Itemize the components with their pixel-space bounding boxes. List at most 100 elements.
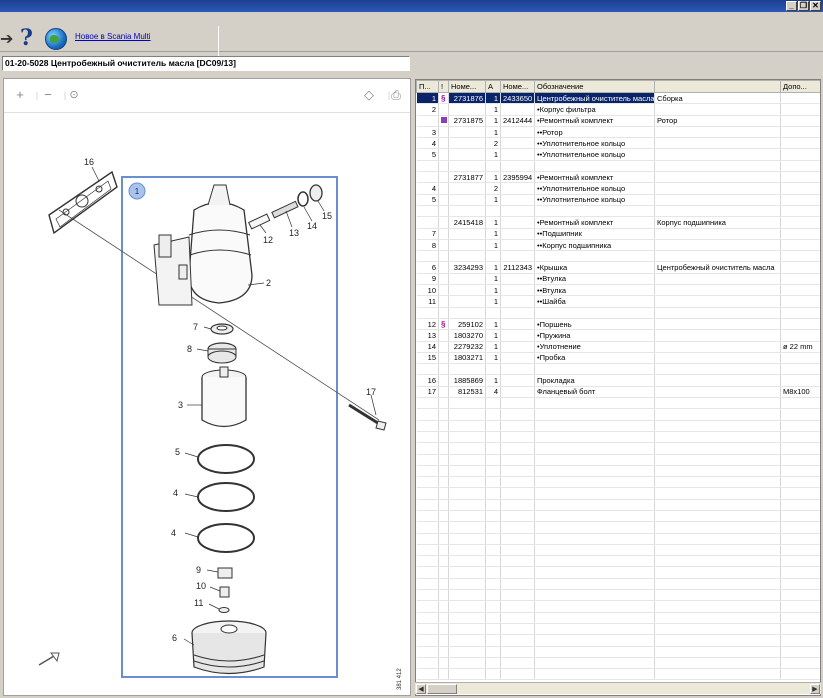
cell-pos: 4: [416, 137, 439, 150]
table-row[interactable]: 17 812531 4 Фланцевый болт M8x100: [416, 386, 820, 399]
cover-part[interactable]: [191, 620, 267, 675]
callout-8[interactable]: 8: [187, 344, 192, 354]
table-row[interactable]: 1 § 2731876 1 2433650 Центробежный очиститель…: [416, 92, 820, 105]
table-row[interactable]: 2415418 1 •Ремонтный комплект Корпус подшип…: [416, 216, 820, 229]
zoom-in-icon[interactable]: +: [13, 88, 27, 102]
callout-17[interactable]: 17: [366, 387, 376, 397]
table-row[interactable]: 13 1803270 1 •Пружина: [416, 329, 820, 342]
col-header-extra[interactable]: Допо...: [780, 80, 820, 93]
callout-5[interactable]: 5: [175, 447, 180, 457]
table-row[interactable]: 5 1 ••Уплотнительное кольцо: [416, 194, 820, 206]
table-row[interactable]: 8 1 ••Корпус подшипника: [416, 239, 820, 252]
seal-ring-4b-part[interactable]: [197, 523, 255, 553]
callout-4a[interactable]: 4: [173, 488, 178, 498]
table-row[interactable]: [416, 205, 820, 218]
table-row[interactable]: 6 3234293 1 2112343 •Крышка Центробежный очис…: [416, 261, 820, 274]
help-icon[interactable]: ?: [20, 25, 33, 51]
kit-icon[interactable]: [441, 117, 447, 124]
col-header-part-number[interactable]: Номе...: [448, 80, 486, 93]
globe-icon[interactable]: [45, 28, 67, 50]
callout-14[interactable]: 14: [307, 221, 317, 231]
empty-cell: [654, 476, 781, 489]
callout-3[interactable]: 3: [178, 400, 183, 410]
info-mark-icon[interactable]: §: [441, 94, 445, 103]
callout-12[interactable]: 12: [263, 235, 273, 245]
cell-mark: [438, 284, 449, 297]
table-row[interactable]: 11 1 ••Шайба: [416, 295, 820, 308]
info-mark-icon[interactable]: §: [441, 320, 445, 329]
forward-arrow-icon[interactable]: ➔: [0, 29, 13, 49]
callout-2[interactable]: 2: [266, 278, 271, 288]
horizontal-scrollbar[interactable]: ◀ ▶: [415, 682, 821, 694]
table-row[interactable]: 12 § 259102 1 •Поршень: [416, 318, 820, 331]
callout-9[interactable]: 9: [196, 565, 201, 575]
zoom-out-icon[interactable]: −: [41, 88, 55, 102]
washer-part[interactable]: [218, 607, 230, 613]
cell-qty: [485, 307, 501, 319]
callout-6[interactable]: 6: [172, 633, 177, 643]
table-row[interactable]: 14 2279232 1 •Уплотнение ø 22 mm: [416, 341, 820, 353]
gasket-part[interactable]: [48, 170, 118, 235]
scroll-thumb[interactable]: [427, 684, 457, 694]
callout-10[interactable]: 10: [196, 581, 206, 591]
table-row[interactable]: [416, 363, 820, 376]
minimize-button[interactable]: _: [786, 1, 797, 11]
restore-button[interactable]: ❐: [798, 1, 809, 11]
print-icon[interactable]: ⎙: [389, 88, 403, 102]
filter-housing-part[interactable]: [153, 184, 253, 306]
table-row[interactable]: 15 1803271 1 •Пробка: [416, 352, 820, 365]
empty-cell: [654, 555, 781, 568]
piston-part[interactable]: [248, 213, 271, 230]
callout-7[interactable]: 7: [193, 322, 198, 332]
table-row[interactable]: [416, 250, 820, 263]
table-row[interactable]: 4 2 ••Уплотнительное кольцо: [416, 137, 820, 150]
flange-bolt-part[interactable]: [348, 403, 387, 431]
callout-4b[interactable]: 4: [171, 528, 176, 538]
bearing-part[interactable]: [210, 323, 234, 335]
bushing-9-part[interactable]: [217, 567, 233, 579]
seal-ring-4a-part[interactable]: [197, 482, 255, 512]
scroll-left-icon[interactable]: ◀: [416, 684, 426, 694]
col-header-ref-number[interactable]: Номе...: [500, 80, 535, 93]
plug-part[interactable]: [309, 184, 323, 202]
callout-13[interactable]: 13: [289, 228, 299, 238]
table-row[interactable]: 4 2 ••Уплотнительное кольцо: [416, 182, 820, 195]
callout-16[interactable]: 16: [84, 157, 94, 167]
table-row[interactable]: 2731875 1 2412444 •Ремонтный комплект Ротор: [416, 115, 820, 127]
seal-ring-5-part[interactable]: [197, 444, 255, 474]
col-header-description[interactable]: Обозначение: [534, 80, 655, 93]
spring-part[interactable]: [271, 200, 299, 219]
col-header-note[interactable]: [654, 80, 781, 93]
empty-cell: [485, 420, 501, 432]
table-row[interactable]: 9 1 ••Втулка: [416, 273, 820, 286]
rotor-part[interactable]: [201, 366, 247, 428]
callout-11[interactable]: 11: [194, 598, 203, 608]
empty-cell: [780, 420, 820, 432]
bushing-10-part[interactable]: [219, 586, 230, 598]
col-header-mark[interactable]: !: [438, 80, 449, 93]
fit-view-icon[interactable]: ⊙: [67, 88, 81, 102]
eraser-icon[interactable]: ◇: [362, 88, 376, 102]
bearing-housing-part[interactable]: [207, 342, 237, 364]
empty-cell: [500, 657, 535, 670]
seal-ring-part[interactable]: [297, 191, 309, 207]
table-row[interactable]: 2 1 •Корпус фильтра: [416, 103, 820, 116]
cell-qty: 1: [485, 103, 501, 116]
whats-new-link[interactable]: Новое в Scania Multi: [75, 32, 151, 41]
table-row[interactable]: 16 1885869 1 Прокладка: [416, 374, 820, 387]
cell-pos: 10: [416, 284, 439, 297]
toolbar-separator: [218, 26, 219, 56]
table-row[interactable]: 7 1 ••Подшипник: [416, 228, 820, 240]
table-row[interactable]: 10 1 ••Втулка: [416, 284, 820, 297]
callout-15[interactable]: 15: [322, 211, 332, 221]
table-row[interactable]: 5 1 ••Уплотнительное кольцо: [416, 148, 820, 161]
close-button[interactable]: ✕: [810, 1, 821, 11]
col-header-pos[interactable]: П...: [416, 80, 439, 93]
col-header-qty[interactable]: А: [485, 80, 501, 93]
table-row[interactable]: [416, 307, 820, 319]
table-row[interactable]: [416, 160, 820, 173]
table-row[interactable]: 3 1 ••Ротор: [416, 126, 820, 139]
scroll-right-icon[interactable]: ▶: [810, 684, 820, 694]
table-row[interactable]: 2731877 1 2395994 •Ремонтный комплект: [416, 171, 820, 184]
cell-note: [654, 352, 781, 365]
